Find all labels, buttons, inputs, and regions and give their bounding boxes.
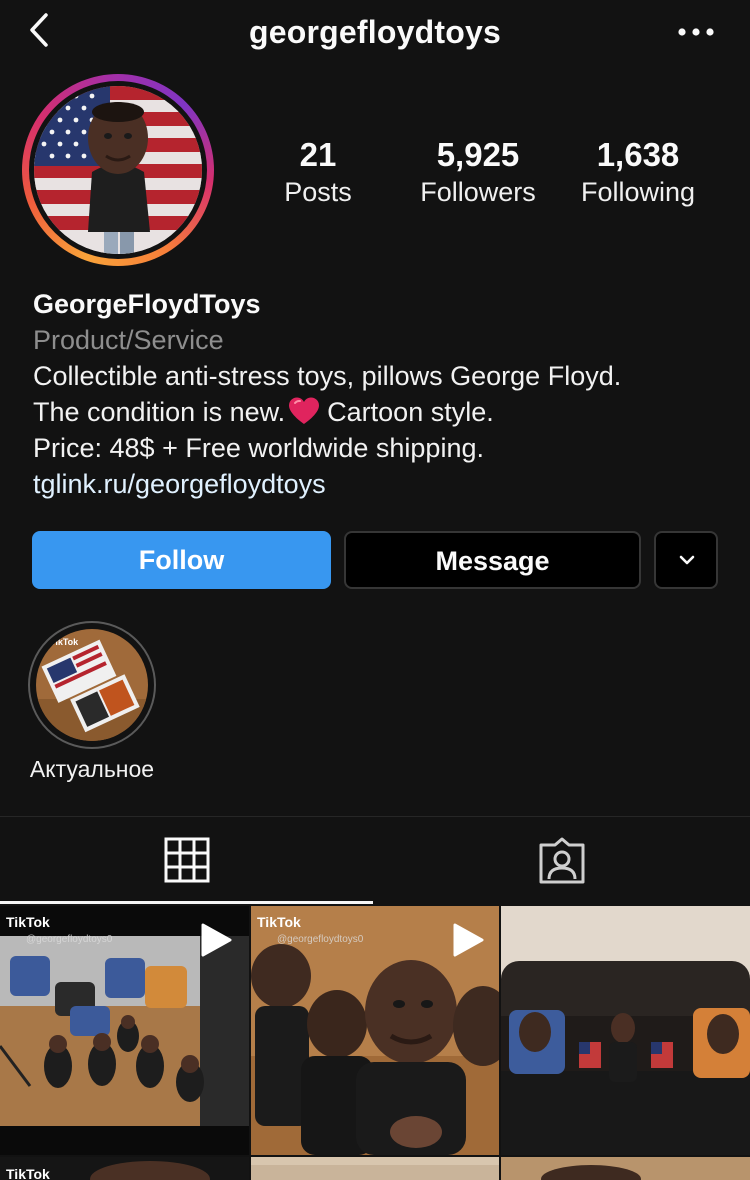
follow-button[interactable]: Follow	[32, 531, 331, 589]
post-image	[251, 1157, 499, 1180]
post-image	[501, 906, 750, 1155]
posts-count: 21	[299, 136, 337, 173]
play-icon	[453, 923, 484, 957]
post-thumbnail[interactable]	[251, 1157, 499, 1180]
post-thumbnail[interactable]: TikTok	[0, 1157, 249, 1180]
stat-following[interactable]: 1,638 Following	[553, 136, 723, 210]
story-highlight[interactable]: TikTok	[28, 621, 156, 749]
following-count: 1,638	[596, 136, 680, 173]
post-tiktok-badge: TikTok	[6, 1166, 50, 1180]
avatar-ring-gap	[29, 81, 207, 259]
bio-line-2-text: The condition is new.	[33, 397, 286, 427]
profile-avatar-story-ring[interactable]	[22, 74, 214, 266]
bio-line-1: Collectible anti-stress toys, pillows Ge…	[33, 361, 622, 391]
profile-category: Product/Service	[33, 325, 224, 355]
stat-posts[interactable]: 21 Posts	[233, 136, 403, 210]
top-bar: georgefloydtoys	[0, 0, 750, 64]
highlight-label: Актуальное	[29, 756, 155, 782]
post-thumbnail[interactable]: TikTok @georgefloydtoys0	[251, 906, 499, 1155]
followers-label: Followers	[420, 177, 536, 207]
chevron-down-icon	[679, 555, 695, 565]
profile-screen: georgefloydtoys 21 Posts 5,925 Followers…	[0, 0, 750, 1180]
bio-line-2: The condition is new. Cartoon style.	[33, 394, 733, 430]
tab-posts-grid[interactable]	[0, 817, 373, 903]
tagged-user-icon	[539, 837, 585, 884]
bio-line-2-text-end: Cartoon style.	[327, 397, 494, 427]
profile-display-name: GeorgeFloydToys	[33, 289, 261, 319]
post-thumbnail[interactable]	[501, 906, 750, 1155]
avatar-image	[34, 86, 202, 254]
bio-line-3: Price: 48$ + Free worldwide shipping.	[33, 433, 484, 463]
post-thumbnail[interactable]	[501, 1157, 750, 1180]
followers-count: 5,925	[436, 136, 520, 173]
posts-label: Posts	[284, 177, 352, 207]
post-thumbnail[interactable]: TikTok @georgefloydtoys0	[0, 906, 249, 1155]
highlight-tiktok-badge: TikTok	[50, 637, 79, 647]
post-tiktok-badge: TikTok	[257, 914, 301, 930]
highlight-cover: TikTok	[36, 629, 148, 741]
highlight-image: TikTok	[36, 629, 148, 741]
message-button[interactable]: Message	[344, 531, 641, 589]
profile-bio: GeorgeFloydToys Product/Service Collecti…	[33, 286, 733, 502]
avatar	[34, 86, 202, 254]
post-tiktok-badge: TikTok	[6, 914, 50, 930]
grid-icon	[164, 837, 210, 883]
tab-tagged[interactable]	[375, 817, 748, 903]
post-image	[501, 1157, 750, 1180]
more-horizontal-icon[interactable]	[676, 24, 716, 40]
stat-followers[interactable]: 5,925 Followers	[393, 136, 563, 210]
post-watermark: @georgefloydtoys0	[277, 934, 364, 945]
following-label: Following	[580, 177, 696, 207]
play-icon	[201, 923, 232, 957]
red-heart-icon	[289, 397, 320, 424]
profile-username: georgefloydtoys	[249, 14, 501, 50]
bio-link[interactable]: tglink.ru/georgefloydtoys	[33, 466, 733, 502]
suggested-accounts-button[interactable]	[654, 531, 718, 589]
post-watermark: @georgefloydtoys0	[26, 934, 113, 945]
active-tab-indicator	[0, 901, 373, 904]
